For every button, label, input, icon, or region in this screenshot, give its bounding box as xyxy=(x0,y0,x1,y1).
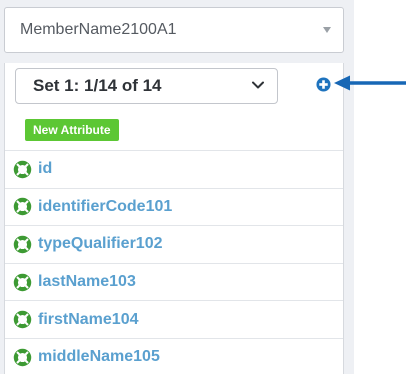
member-select[interactable]: MemberName2100A1 xyxy=(4,7,344,53)
lifebuoy-icon xyxy=(13,310,32,329)
attribute-row[interactable]: lastName103 xyxy=(5,262,343,301)
lifebuoy-icon xyxy=(13,235,32,254)
set-select[interactable]: Set 1: 1/14 of 14 xyxy=(15,68,278,104)
lifebuoy-icon xyxy=(13,348,32,367)
attribute-list: id identifierCode101 typeQualifier102 la… xyxy=(5,150,343,374)
attribute-name: lastName103 xyxy=(38,273,136,291)
lifebuoy-icon xyxy=(13,198,32,216)
set-select-value: Set 1: 1/14 of 14 xyxy=(33,76,162,95)
attribute-name: typeQualifier102 xyxy=(38,235,163,253)
plus-circle-icon[interactable] xyxy=(316,77,331,92)
lifebuoy-icon xyxy=(13,273,32,291)
attribute-row[interactable]: middleName105 xyxy=(5,337,343,374)
member-select-value: MemberName2100A1 xyxy=(20,21,177,38)
attribute-name: middleName105 xyxy=(38,348,160,366)
attribute-row[interactable]: firstName104 xyxy=(5,300,343,338)
attribute-name: id xyxy=(38,160,53,178)
lifebuoy-icon xyxy=(13,160,32,179)
new-attribute-button[interactable]: New Attribute xyxy=(25,119,119,141)
chevron-down-icon xyxy=(252,81,264,89)
attribute-panel: MemberName2100A1 Set 1: 1/14 of 14 New A… xyxy=(0,0,354,374)
attribute-row[interactable]: typeQualifier102 xyxy=(5,225,343,263)
attribute-name: identifierCode101 xyxy=(38,197,173,215)
attribute-name: firstName104 xyxy=(38,310,139,328)
new-attribute-label: New Attribute xyxy=(33,123,111,137)
attribute-list-area: Set 1: 1/14 of 14 New Attribute id ident… xyxy=(4,63,344,374)
attribute-row[interactable]: identifierCode101 xyxy=(5,187,343,226)
attribute-row[interactable]: id xyxy=(5,150,343,188)
caret-down-icon xyxy=(323,27,331,33)
arrow-left-icon xyxy=(334,75,406,91)
